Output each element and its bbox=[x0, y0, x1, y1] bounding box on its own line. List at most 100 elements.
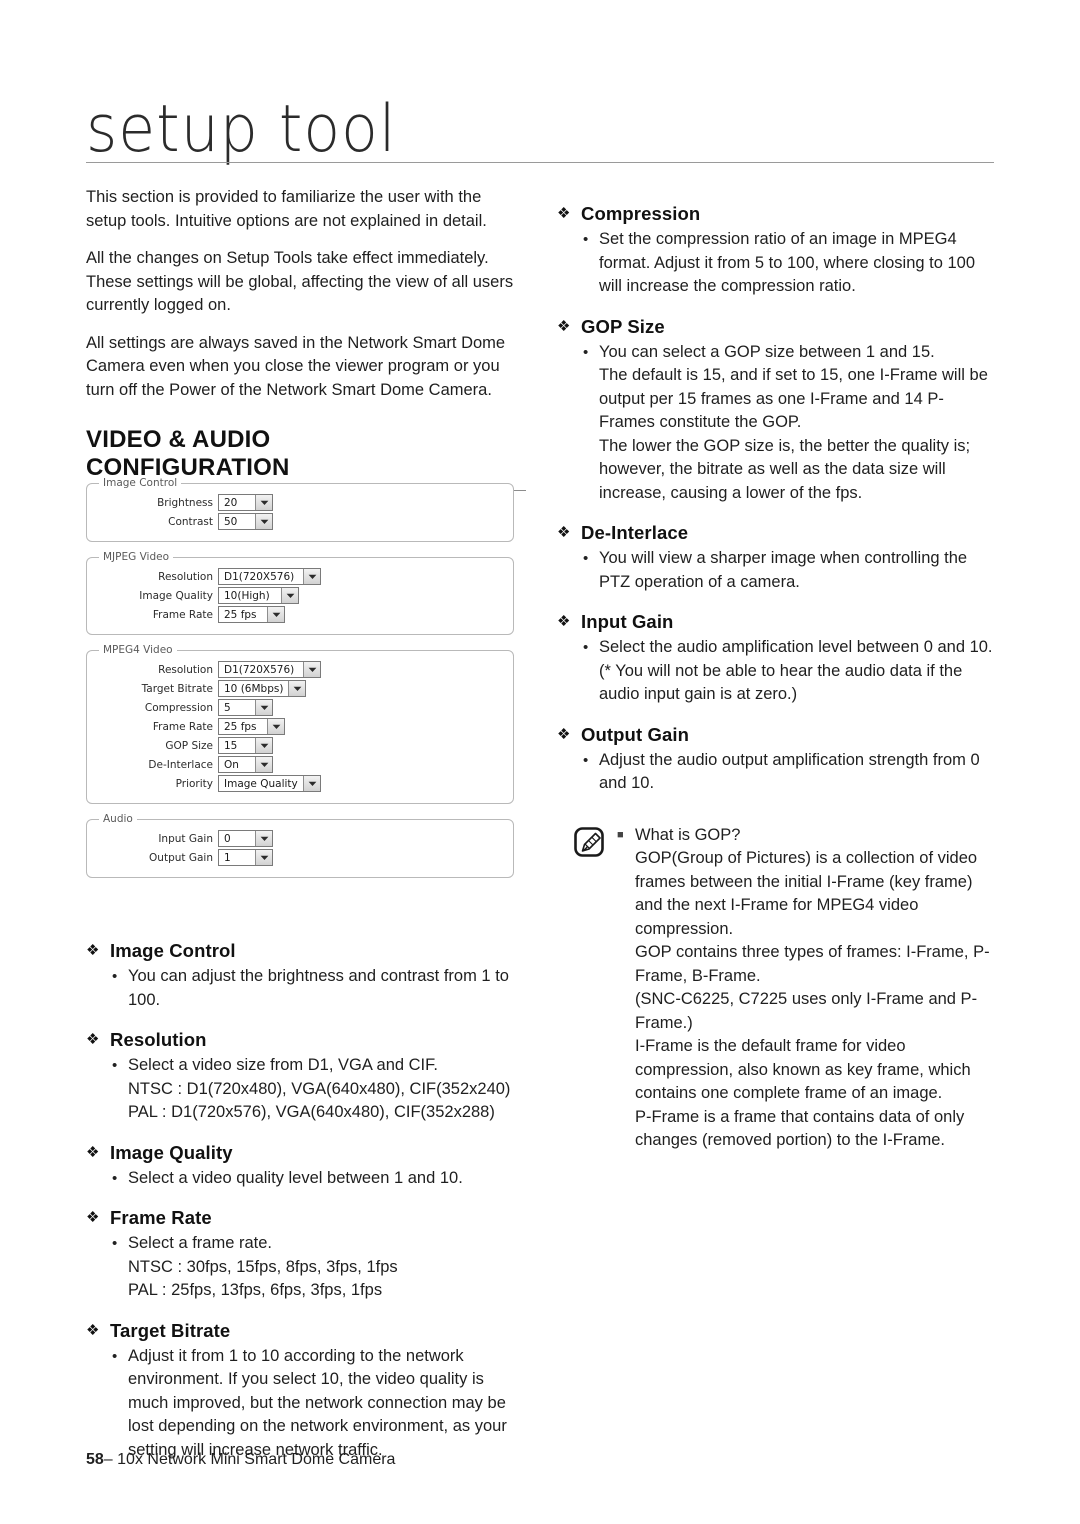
topic-bullet: • Select a frame rate. NTSC : 30fps, 15fp… bbox=[86, 1232, 526, 1303]
diamond-bullet-icon: ❖ bbox=[557, 205, 571, 222]
note-pencil-icon bbox=[573, 826, 605, 858]
topic-body: Select the audio amplification level bet… bbox=[599, 638, 993, 703]
round-bullet-icon: • bbox=[583, 343, 589, 361]
topic-title: Output Gain bbox=[581, 723, 689, 745]
chevron-down-icon[interactable] bbox=[255, 495, 272, 510]
dropdown-brightness[interactable]: 20 bbox=[218, 494, 273, 511]
dropdown-gop-size[interactable]: 15 bbox=[218, 737, 273, 754]
right-column: ❖ Compression • Set the compression ratio o… bbox=[557, 186, 997, 1153]
dropdown-value: 10 (6Mbps) bbox=[219, 681, 289, 696]
settings-group-label: MJPEG Video bbox=[103, 551, 170, 563]
settings-group-label: Image Control bbox=[103, 477, 178, 489]
settings-group: MPEG4 Video Resolution D1(720X576) Target B… bbox=[86, 644, 514, 804]
field-label: Compression bbox=[144, 701, 213, 714]
settings-row: Output Gain 1 bbox=[95, 849, 505, 866]
topic-heading: ❖ Input Gain bbox=[557, 610, 997, 633]
dropdown-resolution[interactable]: D1(720X576) bbox=[218, 568, 321, 585]
topic-body: Select a frame rate. NTSC : 30fps, 15fps… bbox=[128, 1234, 398, 1299]
settings-group: Image Control Brightness 20 Contrast 50 bbox=[86, 477, 514, 542]
chevron-down-icon[interactable] bbox=[281, 588, 298, 603]
dropdown-contrast[interactable]: 50 bbox=[218, 513, 273, 530]
topic-title: Image Quality bbox=[110, 1141, 233, 1163]
topic-title: Image Control bbox=[110, 940, 236, 961]
dropdown-priority[interactable]: Image Quality bbox=[218, 775, 321, 792]
diamond-bullet-icon: ❖ bbox=[557, 317, 571, 335]
field-label: Image Quality bbox=[139, 589, 213, 602]
field-label: Input Gain bbox=[158, 832, 213, 845]
dropdown-value: Image Quality bbox=[219, 776, 303, 791]
dropdown-frame-rate[interactable]: 25 fps bbox=[218, 718, 285, 735]
dropdown-de-interlace[interactable]: On bbox=[218, 756, 273, 773]
field-label: Brightness bbox=[157, 496, 213, 509]
dropdown-value: 1 bbox=[219, 850, 255, 865]
topic-bullet: • Adjust it from 1 to 10 according to the… bbox=[86, 1345, 526, 1463]
diamond-bullet-icon: ❖ bbox=[557, 725, 571, 743]
topic-title: Input Gain bbox=[581, 611, 674, 632]
dropdown-input-gain[interactable]: 0 bbox=[218, 830, 273, 847]
dropdown-image-quality[interactable]: 10(High) bbox=[218, 587, 299, 604]
chevron-down-icon[interactable] bbox=[267, 719, 284, 734]
chevron-down-icon[interactable] bbox=[255, 831, 272, 846]
chevron-down-icon[interactable] bbox=[255, 700, 272, 715]
diamond-bullet-icon: ❖ bbox=[557, 524, 571, 541]
topic-body: You can select a GOP size between 1 and … bbox=[599, 342, 988, 502]
dropdown-target-bitrate[interactable]: 10 (6Mbps) bbox=[218, 680, 307, 697]
topic-bullet: • You will view a sharper image when cont… bbox=[557, 547, 997, 594]
topic-body: Select a video size from D1, VGA and CIF… bbox=[128, 1056, 511, 1121]
diamond-bullet-icon: ❖ bbox=[86, 942, 100, 959]
topic-heading: ❖ Frame Rate bbox=[86, 1206, 526, 1229]
topic-body: Set the compression ratio of an image in… bbox=[599, 230, 976, 295]
dropdown-value: 0 bbox=[219, 831, 255, 846]
document-page: setup tool This section is provided to f… bbox=[0, 0, 1080, 1524]
intro-paragraph: All the changes on Setup Tools take effe… bbox=[86, 249, 514, 314]
page-number: 58 bbox=[86, 1451, 104, 1468]
round-bullet-icon: • bbox=[583, 550, 589, 567]
chevron-down-icon[interactable] bbox=[267, 607, 284, 622]
chevron-down-icon[interactable] bbox=[303, 662, 320, 677]
dropdown-frame-rate[interactable]: 25 fps bbox=[218, 606, 285, 623]
page-footer: 58– 10x Network Mini Smart Dome Camera bbox=[86, 1450, 395, 1470]
page-header: setup tool bbox=[86, 96, 994, 168]
chevron-down-icon[interactable] bbox=[255, 738, 272, 753]
chevron-down-icon[interactable] bbox=[288, 681, 306, 696]
dropdown-value: 15 bbox=[219, 738, 255, 753]
diamond-bullet-icon: ❖ bbox=[86, 1209, 100, 1226]
footer-dash: – bbox=[103, 1451, 113, 1468]
topic-body: You can adjust the brightness and contra… bbox=[128, 967, 509, 1009]
dropdown-value: 25 fps bbox=[219, 607, 267, 622]
chevron-down-icon[interactable] bbox=[255, 757, 272, 772]
right-topic-list: ❖ Compression • Set the compression ratio o… bbox=[557, 202, 997, 796]
round-bullet-icon: • bbox=[112, 968, 118, 985]
round-bullet-icon: • bbox=[112, 1347, 118, 1365]
field-label: Contrast bbox=[168, 515, 213, 528]
field-label: De-Interlace bbox=[148, 758, 213, 771]
dropdown-compression[interactable]: 5 bbox=[218, 699, 273, 716]
field-label: Priority bbox=[175, 777, 213, 790]
field-label: Resolution bbox=[158, 663, 213, 676]
note-title-row: ■ What is GOP? bbox=[617, 824, 997, 848]
topic-heading: ❖ Image Control bbox=[86, 939, 526, 962]
dropdown-output-gain[interactable]: 1 bbox=[218, 849, 273, 866]
dropdown-resolution[interactable]: D1(720X576) bbox=[218, 661, 321, 678]
chevron-down-icon[interactable] bbox=[255, 514, 272, 529]
topic-bullet: • You can select a GOP size between 1 and… bbox=[557, 341, 997, 506]
settings-row: Image Quality 10(High) bbox=[95, 587, 505, 604]
settings-row: De-Interlace On bbox=[95, 756, 505, 773]
chevron-down-icon[interactable] bbox=[255, 850, 272, 865]
field-label: Resolution bbox=[158, 570, 213, 583]
field-label: Target Bitrate bbox=[141, 682, 213, 695]
topic-bullet: • Adjust the audio output amplification s… bbox=[557, 749, 997, 796]
settings-row: Resolution D1(720X576) bbox=[95, 568, 505, 585]
round-bullet-icon: • bbox=[583, 751, 589, 769]
topic-title: De-Interlace bbox=[581, 522, 689, 543]
dropdown-value: 20 bbox=[219, 495, 255, 510]
chevron-down-icon[interactable] bbox=[303, 776, 320, 791]
settings-group-label: MPEG4 Video bbox=[103, 644, 173, 656]
chevron-down-icon[interactable] bbox=[303, 569, 320, 584]
field-label: Frame Rate bbox=[152, 720, 213, 733]
topic-heading: ❖ Resolution bbox=[86, 1028, 526, 1051]
field-label: Output Gain bbox=[149, 851, 213, 864]
topic-body: Adjust it from 1 to 10 according to the … bbox=[128, 1346, 507, 1459]
diamond-bullet-icon: ❖ bbox=[557, 613, 571, 630]
topic-title: Frame Rate bbox=[110, 1207, 212, 1228]
